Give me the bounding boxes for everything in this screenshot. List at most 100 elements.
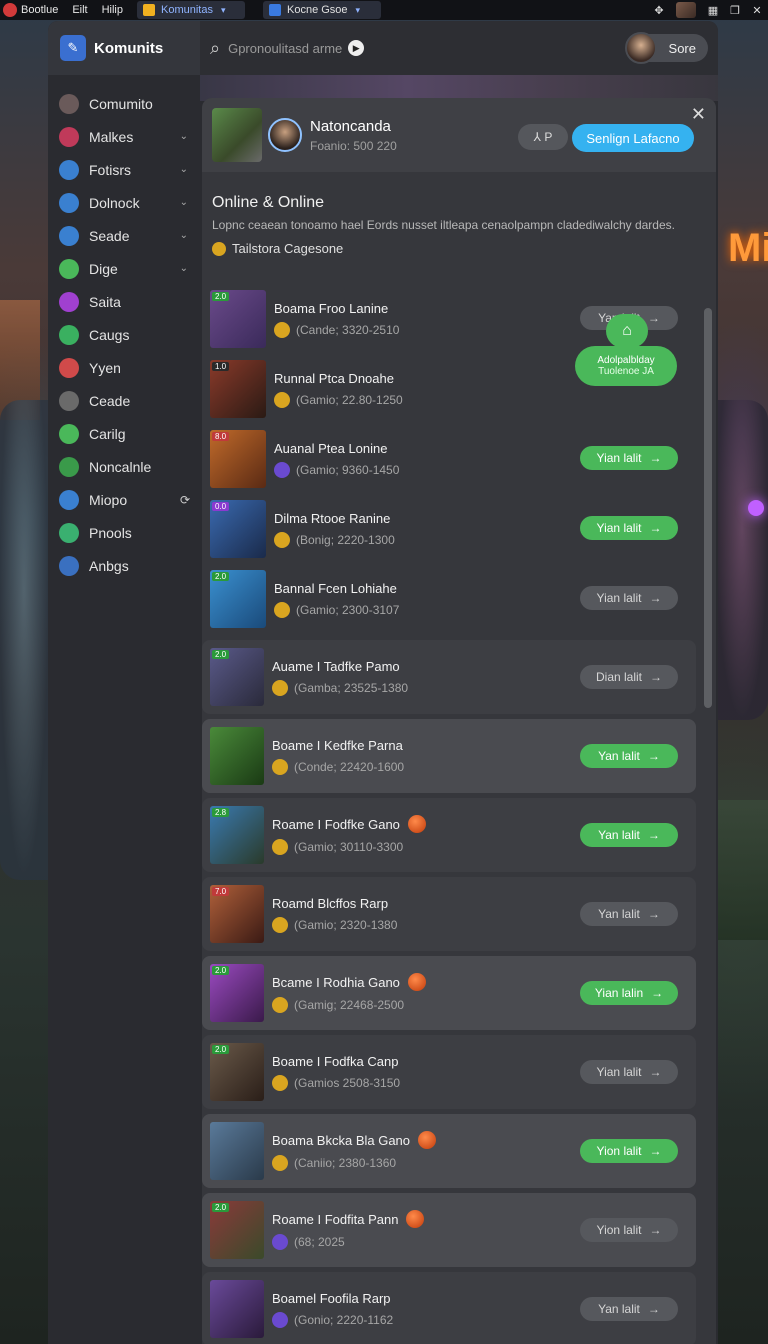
game-meta-text: (Conde; 22420-1600 — [294, 759, 405, 774]
join-button[interactable]: Yan lalit → — [580, 744, 678, 768]
user-button[interactable]: Sore — [624, 32, 708, 64]
chevron-down-icon[interactable]: ⌄ — [180, 164, 188, 175]
rating-badge: 2.0 — [212, 572, 230, 581]
grid-icon[interactable]: ▦ — [702, 4, 724, 17]
game-card[interactable]: 2.0 Bcame I Rodhia Gano (Gamig; 22468-2500… — [202, 956, 696, 1030]
window-icon[interactable]: ❐ — [724, 4, 746, 17]
sidebar-item-8[interactable]: Yyen — [48, 351, 200, 384]
game-card[interactable]: Boama Bkcka Bla Gano (Caniio; 2380-1360 Yi… — [202, 1114, 696, 1188]
join-button[interactable]: Yian lalit → — [580, 586, 678, 610]
user-avatar[interactable] — [676, 2, 696, 18]
search-input[interactable]: Gpronoulitasd arme — [228, 41, 342, 56]
search-go-icon[interactable]: ▶ — [348, 40, 365, 56]
chevron-down-icon[interactable]: ⌄ — [180, 230, 188, 241]
coin-icon — [272, 839, 288, 855]
arrow-right-icon: → — [649, 1223, 662, 1237]
game-art: 2.8 — [210, 806, 264, 864]
game-card[interactable]: 7.0 Roamd Blcffos Rarp (Gamio; 2320-1380 Ya… — [202, 877, 696, 951]
game-card[interactable]: 2.0 Roame I Fodfita Pann (68; 2025 Yion lal… — [202, 1193, 696, 1267]
sidebar-item-13[interactable]: Pnools — [48, 516, 200, 549]
game-name: Roamd Blcffos Rarp — [272, 896, 397, 911]
join-button-label: Dian lalit — [595, 670, 643, 684]
join-button[interactable]: Yan lalit → — [580, 902, 678, 926]
refresh-icon[interactable]: ⟳ — [180, 493, 190, 507]
sidebar-header: ✎ Komunits — [48, 21, 200, 75]
tool-button[interactable]: ⅄ P — [518, 124, 568, 150]
sidebar-title: Komunits — [94, 39, 164, 57]
sidebar-item-2[interactable]: Fotisrs ⌄ — [48, 153, 200, 186]
join-button[interactable]: Yan lalit → — [580, 823, 678, 847]
game-card[interactable]: Boame I Kedfke Parna (Conde; 22420-1600 Ya… — [202, 719, 696, 793]
sidebar-item-5[interactable]: Dige ⌄ — [48, 252, 200, 285]
rating-badge: 0.0 — [212, 502, 230, 511]
primary-button[interactable]: Senlign Lafacno — [572, 124, 694, 152]
sidebar-item-label: Comumito — [89, 95, 153, 112]
join-button[interactable]: Yian lalit → — [580, 516, 678, 540]
tab-community[interactable]: Komunitas ▾ — [137, 1, 245, 19]
join-button[interactable]: Yion lalit → — [580, 1218, 678, 1242]
game-card[interactable]: 2.0 Boame I Fodfka Canp (Gamios 2508-3150 Y… — [202, 1035, 696, 1109]
menu-file[interactable]: Bootlue — [21, 4, 58, 16]
chat-home-icon[interactable]: ⌂ — [606, 314, 648, 348]
game-name-text: Bannal Fcen Lohiahe — [274, 580, 397, 596]
chevron-down-icon[interactable]: ⌄ — [180, 263, 188, 274]
move-icon[interactable]: ✥ — [648, 4, 670, 17]
game-header: Natoncanda Foanio: 500 220 ⅄ P Senlign L… — [202, 98, 716, 172]
join-button[interactable]: Yan lalit → — [580, 1297, 678, 1321]
menu-edit[interactable]: Eilt — [72, 4, 87, 16]
join-button[interactable]: Yion lalit → — [580, 1139, 678, 1163]
sidebar-item-12[interactable]: Miopo ⟳ — [48, 483, 200, 516]
sidebar-item-0[interactable]: Comumito — [48, 87, 200, 120]
game-meta-text: (Bonig; 2220-1300 — [296, 532, 395, 547]
game-art — [210, 1122, 264, 1180]
menu-help[interactable]: Hilip — [102, 4, 123, 16]
sidebar-item-label: Malkes — [89, 128, 134, 145]
sidebar: ✎ Komunits Comumito Malkes ⌄ Fotisrs ⌄ Dolnoc… — [48, 21, 200, 1344]
arrow-right-icon: → — [650, 670, 663, 684]
game-card[interactable]: 2.8 Roame I Fodfke Gano (Gamio; 30110-3300… — [202, 798, 696, 872]
game-meta: (68; 2025 — [272, 1234, 424, 1250]
sidebar-item-9[interactable]: Ceade — [48, 384, 200, 417]
game-card[interactable]: Boamel Foofila Rarp (Gonio; 2220-1162 Yan … — [202, 1272, 696, 1344]
search-icon[interactable]: ⌕ — [210, 38, 220, 59]
scrollbar[interactable] — [704, 308, 712, 708]
game-name: Bannal Fcen Lohiahe — [274, 581, 399, 596]
sidebar-item-7[interactable]: Caugs — [48, 318, 200, 351]
sidebar-item-label: Miopo — [89, 491, 128, 508]
sidebar-item-3[interactable]: Dolnock ⌄ — [48, 186, 200, 219]
sidebar-item-1[interactable]: Malkes ⌄ — [48, 120, 200, 153]
list-item[interactable]: 0.0 Dilma Rtooe Ranine (Bonig; 2220-1300 Yi… — [202, 494, 696, 564]
tab-label: Komunitas — [161, 4, 213, 16]
join-button[interactable]: Dian lalit → — [580, 665, 678, 689]
rating-badge: 2.0 — [212, 1045, 230, 1054]
sidebar-item-6[interactable]: Saita — [48, 285, 200, 318]
sidebar-item-14[interactable]: Anbgs — [48, 549, 200, 582]
chevron-down-icon[interactable]: ⌄ — [180, 197, 188, 208]
game-art: 8.0 — [210, 430, 266, 488]
sidebar-item-4[interactable]: Seade ⌄ — [48, 219, 200, 252]
game-name: Dilma Rtooe Ranine — [274, 511, 395, 526]
join-button[interactable]: Yian lalit → — [580, 1060, 678, 1084]
search-bar: ⌕ Gpronoulitasd arme ▶ Sore — [200, 21, 718, 75]
join-button[interactable]: Yian lalin → — [580, 981, 678, 1005]
tab-game[interactable]: Kocne Gsoe ▾ — [263, 1, 381, 19]
chat-bubble[interactable]: Adolpalblday Tuolenoe JA — [575, 346, 677, 386]
sidebar-item-11[interactable]: Noncalnle — [48, 450, 200, 483]
game-card[interactable]: 2.0 Auame I Tadfke Pamo (Gamba; 23525-1380… — [202, 640, 696, 714]
ball-icon — [407, 973, 426, 991]
game-name: Boamel Foofila Rarp — [272, 1291, 393, 1306]
list-item[interactable]: 2.0 Bannal Fcen Lohiahe (Gamio; 2300-3107 Y… — [202, 564, 696, 634]
game-name-text: Boame I Kedfke Parna — [272, 737, 403, 753]
arrow-right-icon: → — [647, 828, 660, 842]
arrow-right-icon: → — [647, 311, 660, 325]
tab-label: Kocne Gsoe — [287, 4, 348, 16]
game-meta-text: (Gamios 2508-3150 — [294, 1075, 401, 1090]
close-icon[interactable]: ✕ — [746, 4, 768, 17]
close-icon[interactable]: ✕ — [691, 104, 706, 125]
game-meta-text: (Caniio; 2380-1360 — [294, 1156, 397, 1170]
chevron-down-icon[interactable]: ⌄ — [180, 131, 188, 142]
list-item[interactable]: 8.0 Auanal Ptea Lonine (Gamio; 9360-1450 Yi… — [202, 424, 696, 494]
sidebar-item-10[interactable]: Carilg — [48, 417, 200, 450]
join-button[interactable]: Yian lalit → — [580, 446, 678, 470]
app-logo-icon[interactable] — [3, 3, 17, 17]
